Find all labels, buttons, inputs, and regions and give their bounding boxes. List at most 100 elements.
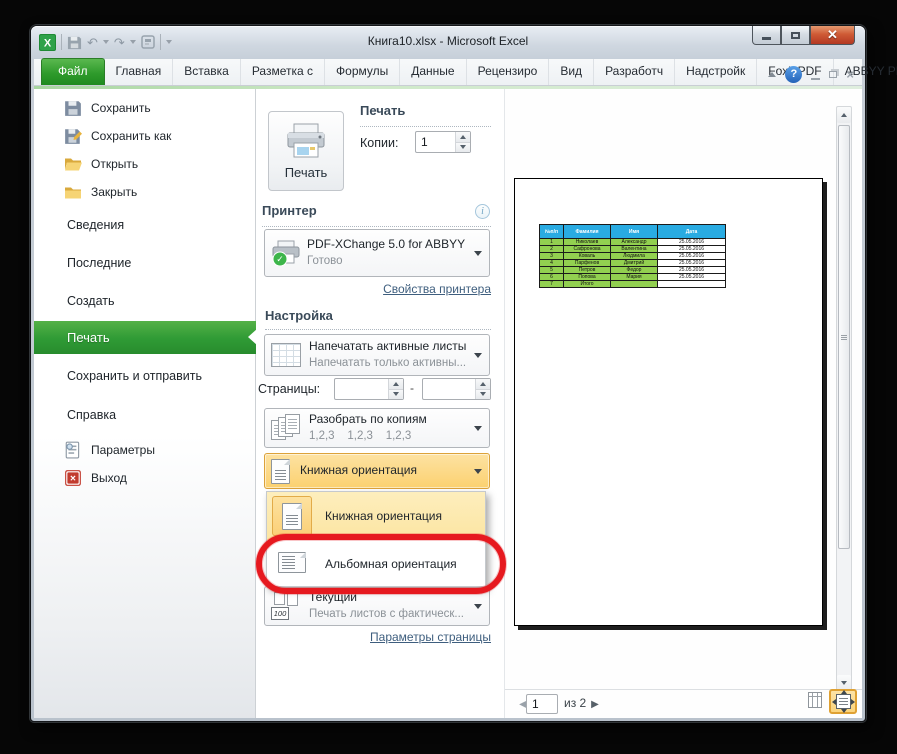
scroll-up-button[interactable] [837, 107, 851, 123]
close-button[interactable]: ✕ [810, 26, 855, 45]
table-cell: 25.05.2016 [658, 239, 726, 246]
pages-to-stepper[interactable] [422, 378, 491, 400]
tab-insert[interactable]: Вставка [173, 59, 241, 85]
chevron-down-icon [474, 469, 482, 474]
collapse-ribbon-icon[interactable] [768, 72, 776, 77]
table-cell: Коваль [564, 253, 611, 260]
table-header: Имя [611, 225, 658, 239]
scrollbar-thumb[interactable] [838, 125, 850, 549]
print-what-select[interactable]: Напечатать активные листы Напечатать тол… [264, 334, 490, 376]
doc-close-icon[interactable]: × [846, 68, 854, 81]
chevron-down-icon [474, 353, 482, 358]
table-header: Фамилия [564, 225, 611, 239]
stepper-down-icon[interactable] [456, 142, 470, 153]
help-icon[interactable]: ? [785, 66, 802, 83]
preview-scrollbar[interactable] [836, 106, 852, 692]
printer-icon [285, 123, 327, 159]
preview-table-body: 1НиколаевАлександр25.05.20162СафроноваВа… [540, 239, 726, 288]
orientation-select[interactable]: Книжная ориентация [264, 453, 490, 489]
printer-select[interactable]: ✓ PDF-XChange 5.0 for ABBYY Готово [264, 229, 490, 277]
printer-device-icon: ✓ [271, 240, 301, 266]
table-row: 4ПарфеновДмитрий25.05.2016 [540, 260, 726, 267]
grip-icon [841, 335, 847, 340]
table-cell: Попова [564, 274, 611, 281]
tab-developer[interactable]: Разработч [594, 59, 675, 85]
page-count-label: из 2 [564, 696, 586, 710]
scale-icon: 100 [271, 592, 303, 620]
stepper-down-icon[interactable] [476, 389, 490, 400]
page-setup-link[interactable]: Параметры страницы [356, 630, 491, 644]
tab-file[interactable]: Файл [41, 58, 105, 85]
collate-title: Разобрать по копиям [309, 411, 427, 428]
table-cell: Итого [564, 281, 611, 288]
doc-minimize-icon[interactable] [811, 78, 820, 80]
info-icon[interactable]: i [475, 204, 490, 219]
maximize-icon [791, 32, 800, 39]
current-page-input[interactable]: 1 [526, 694, 558, 714]
print-button[interactable]: Печать [268, 111, 344, 191]
selected-icon-box [272, 496, 312, 536]
portrait-page-icon [271, 459, 290, 484]
printer-status: Готово [307, 253, 465, 270]
show-margins-button[interactable] [804, 689, 826, 711]
chevron-down-icon [474, 251, 482, 256]
maximize-button[interactable] [781, 26, 810, 45]
collate-subtitle: 1,2,3 1,2,3 1,2,3 [309, 428, 427, 445]
section-print-header: Печать [360, 103, 405, 118]
table-cell: 3 [540, 253, 564, 260]
section-divider [360, 126, 491, 127]
chevron-down-icon [474, 426, 482, 431]
tab-page-layout[interactable]: Разметка с [241, 59, 325, 85]
table-row: 2СафроноваВалентина25.05.2016 [540, 246, 726, 253]
table-row: 6ПоповаМария25.05.2016 [540, 274, 726, 281]
table-cell: 4 [540, 260, 564, 267]
collate-icon [271, 414, 303, 442]
table-cell: Сафронова [564, 246, 611, 253]
worksheet-icon [271, 343, 301, 367]
printer-name: PDF-XChange 5.0 for ABBYY [307, 236, 465, 253]
orientation-selected: Книжная ориентация [300, 462, 417, 479]
excel-window: X ↶ ↷ Книга10.xlsx - Microsoft Excel [30, 25, 866, 722]
copies-stepper[interactable]: 1 [415, 131, 471, 153]
window-title: Книга10.xlsx - Microsoft Excel [31, 26, 865, 59]
minimize-button[interactable] [752, 26, 781, 45]
stepper-up-icon[interactable] [389, 379, 403, 389]
tab-addins[interactable]: Надстройк [675, 59, 757, 85]
section-printer-header: Принтер [262, 203, 317, 218]
annotation-highlight [256, 534, 506, 594]
table-cell: Николаев [564, 239, 611, 246]
table-cell [658, 281, 726, 288]
collate-select[interactable]: Разобрать по копиям 1,2,3 1,2,3 1,2,3 [264, 408, 490, 448]
tab-data[interactable]: Данные [400, 59, 466, 85]
tab-view[interactable]: Вид [549, 59, 594, 85]
pages-range-dash: - [410, 381, 414, 395]
titlebar: X ↶ ↷ Книга10.xlsx - Microsoft Excel [31, 26, 865, 59]
pages-from-stepper[interactable] [334, 378, 404, 400]
table-cell: Дмитрий [611, 260, 658, 267]
printer-properties-link[interactable]: Свойства принтера [364, 282, 491, 296]
backstage-view: Сохранить Сохранить как Открыть Закрыть … [34, 86, 862, 718]
stepper-up-icon[interactable] [476, 379, 490, 389]
table-cell: Федор [611, 267, 658, 274]
tab-home[interactable]: Главная [105, 59, 174, 85]
ribbon-tab-bar: Файл Главная Вставка Разметка с Формулы … [34, 59, 862, 86]
window-controls: ✕ [752, 26, 855, 45]
table-cell: 25.05.2016 [658, 267, 726, 274]
doc-restore-icon[interactable] [829, 71, 837, 78]
table-cell: 2 [540, 246, 564, 253]
print-what-title: Напечатать активные листы [309, 338, 466, 355]
menu-item-portrait[interactable]: Книжная ориентация [267, 492, 485, 540]
table-cell: 25.05.2016 [658, 246, 726, 253]
stepper-up-icon[interactable] [456, 132, 470, 142]
table-cell: 25.05.2016 [658, 274, 726, 281]
table-cell: Людмила [611, 253, 658, 260]
zoom-to-page-button[interactable] [829, 689, 857, 714]
print-settings-panel: Печать Печать Копии: 1 Принтер i [34, 89, 504, 718]
tab-review[interactable]: Рецензиро [467, 59, 550, 85]
stepper-down-icon[interactable] [389, 389, 403, 400]
section-divider [265, 329, 491, 330]
tab-formulas[interactable]: Формулы [325, 59, 400, 85]
next-page-button[interactable]: ▶ [589, 697, 601, 711]
close-icon: ✕ [827, 27, 838, 43]
ribbon-right-controls: ? × [768, 66, 854, 83]
